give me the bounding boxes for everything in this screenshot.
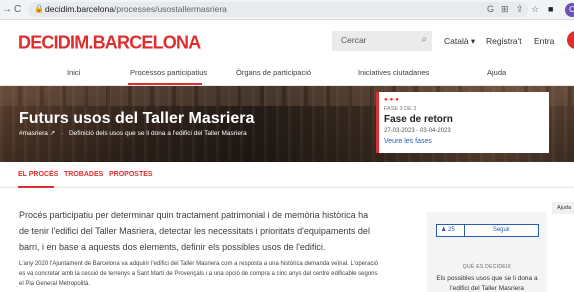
- register-link[interactable]: Registra't: [486, 36, 522, 46]
- hashtag-link[interactable]: #masriera ↗: [19, 130, 55, 137]
- process-sidebar: ♟ 25 Seguir QUÈ ES DECIDEIX Els possible…: [427, 212, 547, 292]
- process-subtitle: Definició dels usos que se li dona a l'e…: [68, 130, 247, 137]
- translate-icon[interactable]: ⊞: [501, 4, 509, 15]
- decide-text: Els possibles usos que se li dona a l'ed…: [436, 275, 538, 292]
- process-title: Futurs usos del Taller Masriera: [19, 110, 255, 127]
- tab-process[interactable]: EL PROCÉS: [18, 171, 58, 178]
- nav-item-processes[interactable]: Processos participatius: [130, 68, 207, 77]
- decide-heading: QUÈ ES DECIDEIX: [462, 264, 512, 270]
- nav-item-bodies[interactable]: Òrgans de participació: [236, 68, 311, 77]
- star-icon[interactable]: ☆: [531, 4, 539, 15]
- followers-count: ♟ 25: [437, 225, 465, 236]
- active-nav-indicator: [128, 83, 202, 85]
- forward-icon[interactable]: →: [2, 3, 12, 17]
- user-avatar[interactable]: [567, 31, 574, 49]
- google-icon[interactable]: G: [487, 4, 494, 14]
- tab-proposals[interactable]: PROPOSTES: [109, 171, 153, 178]
- login-link[interactable]: Entra: [534, 36, 554, 46]
- site-logo[interactable]: DECIDIM.BARCELONA: [18, 31, 201, 53]
- phase-steps-icon: ●-●-●: [384, 97, 399, 103]
- main-navigation: Inici Processos participatius Òrgans de …: [0, 62, 574, 86]
- nav-item-initiatives[interactable]: Iniciatives ciutadanes: [358, 68, 429, 77]
- help-button[interactable]: Ajuda: [552, 202, 574, 214]
- follow-button[interactable]: Seguir: [465, 225, 538, 236]
- phase-dates: 27-03-2023 - 03-04-2023: [384, 128, 451, 134]
- process-tabs: EL PROCÉS TROBADES PROPOSTES: [0, 162, 574, 188]
- nav-item-help[interactable]: Ajuda: [487, 68, 506, 77]
- nav-item-home[interactable]: Inici: [67, 68, 80, 77]
- search-placeholder: Cercar: [341, 35, 367, 45]
- share-icon[interactable]: ⇪: [516, 4, 524, 15]
- phase-count: FASE 3 DE 3: [384, 106, 417, 112]
- site-header: DECIDIM.BARCELONA Cercar ⌕ Català ▾ Regi…: [0, 20, 574, 62]
- sidebar-icon[interactable]: ■: [548, 4, 553, 14]
- search-icon[interactable]: ⌕: [421, 34, 427, 45]
- browser-toolbar: → C 🔒 decidim.barcelona/processes/usosta…: [0, 0, 574, 20]
- url-text: decidim.barcelona/processes/usostallerma…: [45, 4, 227, 14]
- reload-icon[interactable]: C: [14, 3, 21, 17]
- lock-icon: 🔒: [34, 4, 44, 13]
- phase-name: Fase de retorn: [384, 114, 453, 125]
- phase-card: ●-●-● FASE 3 DE 3 Fase de retorn 27-03-2…: [376, 92, 549, 153]
- tab-meetings[interactable]: TROBADES: [64, 171, 103, 178]
- profile-avatar[interactable]: C: [565, 3, 574, 17]
- active-tab-indicator: [18, 186, 54, 188]
- address-bar[interactable]: 🔒 decidim.barcelona/processes/usostaller…: [28, 2, 528, 17]
- process-body: L'any 2020 l'Ajuntament de Barcelona va …: [19, 261, 379, 287]
- follow-widget: ♟ 25 Seguir: [436, 224, 539, 237]
- search-input[interactable]: Cercar ⌕: [332, 31, 432, 51]
- process-meta: #masriera ↗ · Definició dels usos que se…: [19, 129, 247, 137]
- view-phases-link[interactable]: Veure les fases: [384, 138, 432, 145]
- meta-separator: ·: [60, 130, 64, 137]
- process-lead: Procés participatiu per determinar quin …: [19, 210, 370, 252]
- language-selector[interactable]: Català ▾: [444, 36, 475, 47]
